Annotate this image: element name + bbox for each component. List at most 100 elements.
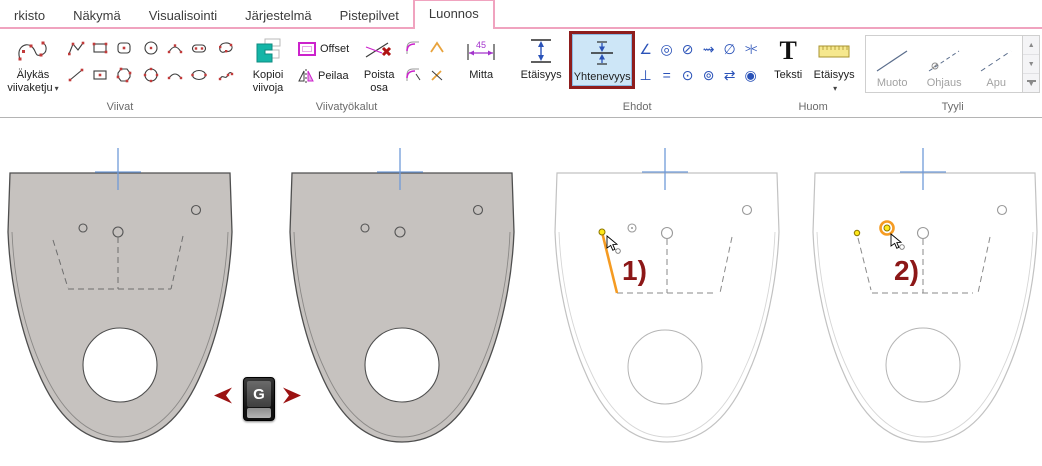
line-style-gallery: Muoto Ohjaus Apu xyxy=(865,35,1023,93)
ribbon-tab-bar: rkisto Näkymä Visualisointi Järjestelmä … xyxy=(0,0,1042,29)
tab-jarjestelma[interactable]: Järjestelmä xyxy=(231,3,325,27)
dimension-value: 45 xyxy=(476,40,486,50)
arrow-left-icon xyxy=(213,387,233,404)
gallery-more-button[interactable]: ▼ xyxy=(1023,74,1039,92)
fillet-trim-tool-button[interactable] xyxy=(401,61,425,88)
chamfer-tool-button[interactable] xyxy=(425,34,449,61)
constraint-equal-length-icon[interactable]: ⇄ xyxy=(719,62,740,88)
smart-polyline-button[interactable]: Älykäs viivaketju▾ xyxy=(2,32,64,96)
offset-icon xyxy=(297,41,317,57)
rectangle-tool-button[interactable] xyxy=(88,34,112,61)
chevron-down-icon: ▾ xyxy=(833,84,837,93)
group-label-viivat: Viivat xyxy=(0,100,240,117)
text-button[interactable]: T Teksti xyxy=(767,32,809,84)
text-icon: T xyxy=(779,38,796,64)
spline-tool-button[interactable] xyxy=(214,61,238,88)
constraint-symmetry-icon[interactable]: >|< xyxy=(740,36,761,62)
style-item-ohjaus[interactable]: Ohjaus xyxy=(918,36,970,92)
circle-tool-button[interactable] xyxy=(139,34,163,61)
keyboard-key-g: G xyxy=(243,377,275,421)
constraint-equal-radius-icon[interactable]: ⊚ xyxy=(698,62,719,88)
closed-spline-tool-button[interactable] xyxy=(214,34,238,61)
hole-large[interactable] xyxy=(83,328,157,402)
center-mark xyxy=(631,227,633,229)
ellipse-tool-button[interactable] xyxy=(187,61,211,88)
constraint-angle-icon[interactable]: ∠ xyxy=(635,36,656,62)
distance-constraint-icon xyxy=(526,36,556,66)
polyline-tool-button[interactable] xyxy=(64,34,88,61)
gallery-scroll-up-button[interactable]: ▲ xyxy=(1023,36,1039,55)
selected-point[interactable] xyxy=(884,225,890,231)
group-label-huom: Huom xyxy=(765,100,861,117)
group-label-tyyli: Tyyli xyxy=(863,100,1042,117)
aux-line-icon xyxy=(976,47,1016,75)
circle-points-tool-button[interactable] xyxy=(139,61,163,88)
smart-polyline-label: Älykäs viivaketju xyxy=(7,69,52,94)
ribbon: Älykäs viivaketju▾ xyxy=(0,29,1042,118)
style-item-muoto[interactable]: Muoto xyxy=(866,36,918,92)
constraint-tangent-icon[interactable]: ⇝ xyxy=(698,36,719,62)
mirror-button[interactable]: Peilaa xyxy=(292,62,354,89)
gallery-scroll-down-button[interactable]: ▼ xyxy=(1023,55,1039,74)
chevron-down-icon: ▾ xyxy=(55,84,59,93)
ribbon-group-ehdot: Etäisyys Yhtenevyys ∠ ⊥ xyxy=(511,30,763,117)
key-label: G xyxy=(247,381,271,407)
ribbon-group-tyyli: Muoto Ohjaus Apu ▲ ▼ ▼ Tyyli xyxy=(863,30,1042,117)
mirror-icon xyxy=(297,68,315,84)
polygon-tool-button[interactable] xyxy=(112,61,136,88)
line-tool-button[interactable] xyxy=(64,61,88,88)
constraint-diameter-icon[interactable]: ⊘ xyxy=(677,36,698,62)
group-label-ehdot: Ehdot xyxy=(511,100,763,117)
coincident-constraint-icon xyxy=(585,38,619,68)
ruler-icon xyxy=(817,36,851,66)
slot-tool-button[interactable] xyxy=(187,34,211,61)
fillet-tool-button[interactable] xyxy=(401,34,425,61)
solid-line-icon xyxy=(872,47,912,75)
tab-nakyma[interactable]: Näkymä xyxy=(59,3,135,27)
rounded-rectangle-tool-button[interactable] xyxy=(112,34,136,61)
remove-part-icon xyxy=(364,36,394,66)
distance-constraint-button[interactable]: Etäisyys xyxy=(513,32,569,84)
rectangle-center-tool-button[interactable] xyxy=(88,61,112,88)
ribbon-group-mitta: 45 Mitta xyxy=(453,30,509,117)
endpoint-left[interactable] xyxy=(854,230,859,235)
remove-part-button[interactable]: Poista osa xyxy=(357,32,401,96)
smart-polyline-icon xyxy=(16,36,50,66)
dimension-icon: 45 xyxy=(464,36,498,66)
drawing-canvas[interactable]: 1) 2) G xyxy=(0,118,1042,465)
copy-lines-button[interactable]: Kopioi viivoja xyxy=(244,32,292,96)
constraint-parallel-icon[interactable]: = xyxy=(656,62,677,88)
arc-tool-button[interactable] xyxy=(163,61,187,88)
style-item-apu[interactable]: Apu xyxy=(970,36,1022,92)
tab-arkisto[interactable]: rkisto xyxy=(0,3,59,27)
distance-note-button[interactable]: Etäisyys▾ xyxy=(809,32,859,96)
dimension-button[interactable]: 45 Mitta xyxy=(455,32,507,84)
offset-button[interactable]: Offset xyxy=(292,35,354,62)
group-label-mitta xyxy=(453,100,509,117)
selected-endpoint[interactable] xyxy=(599,229,605,235)
ribbon-group-viivat: Älykäs viivaketju▾ xyxy=(0,30,240,117)
arc-3point-tool-button[interactable] xyxy=(163,34,187,61)
part-sketch-step2[interactable]: 2) xyxy=(810,144,1040,444)
chamfer-trim-tool-button[interactable] xyxy=(425,61,449,88)
tab-pistepilvet[interactable]: Pistepilvet xyxy=(326,3,413,27)
constraint-antitangent-icon[interactable]: ∅ xyxy=(719,36,740,62)
gallery-scrollbar: ▲ ▼ ▼ xyxy=(1023,35,1040,93)
coincident-constraint-button[interactable]: Yhtenevyys xyxy=(569,31,635,89)
group-label-viivatyokalut: Viivatyökalut xyxy=(242,100,451,117)
part-sketch-solid-with-construction[interactable] xyxy=(5,144,235,444)
hole-large[interactable] xyxy=(365,328,439,402)
step1-annotation: 1) xyxy=(622,255,647,286)
ribbon-group-huom: T Teksti Etäisyys▾ Huom xyxy=(765,30,861,117)
guide-line-icon xyxy=(924,47,964,75)
part-sketch-solid-no-construction[interactable] xyxy=(287,144,517,444)
tab-visualisointi[interactable]: Visualisointi xyxy=(135,3,231,27)
part-sketch-step1[interactable]: 1) xyxy=(552,144,782,444)
constraint-concentric-icon[interactable]: ◎ xyxy=(656,36,677,62)
constraint-perpendicular-icon[interactable]: ⊥ xyxy=(635,62,656,88)
tab-luonnos[interactable]: Luonnos xyxy=(413,0,495,29)
step2-annotation: 2) xyxy=(894,255,919,286)
arrow-right-icon xyxy=(282,387,302,404)
constraint-radius-icon[interactable]: ⊙ xyxy=(677,62,698,88)
constraint-fix-icon[interactable]: ◉ xyxy=(740,62,761,88)
